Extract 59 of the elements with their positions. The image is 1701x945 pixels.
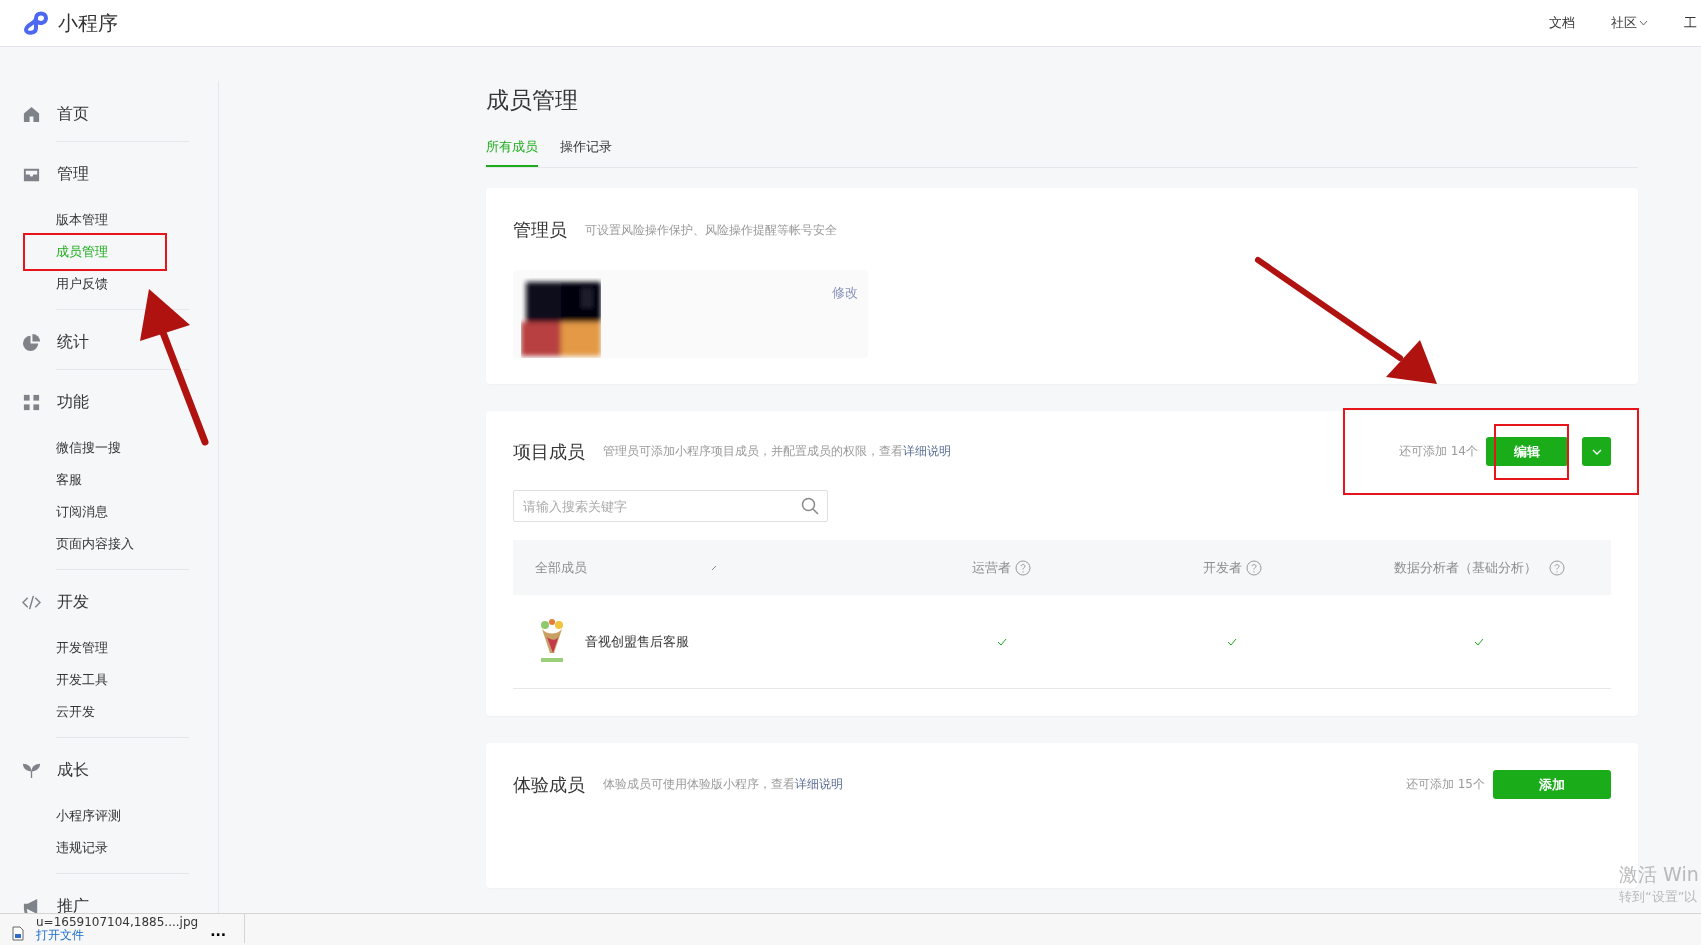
sidebar-heading[interactable]: 开发 [57,592,89,613]
page-title: 成员管理 [486,86,579,115]
help-icon[interactable] [1015,559,1032,576]
sidebar-item[interactable]: 用户反馈 [56,275,189,293]
column-header: 开发者 [1202,558,1242,577]
sidebar-item[interactable]: 订阅消息 [56,503,189,521]
sidebar-heading[interactable]: 功能 [57,392,89,413]
sort-icon[interactable] [711,564,717,571]
open-file-link[interactable]: 打开文件 [36,929,199,942]
file-icon [12,926,24,941]
sidebar-item[interactable]: 开发工具 [56,671,189,689]
sidebar-item[interactable]: 小程序评测 [56,807,189,825]
sidebar-item[interactable]: 版本管理 [56,211,189,229]
sidebar-item[interactable]: 开发管理 [56,639,189,657]
code-icon [22,593,41,612]
help-icon[interactable] [1245,559,1262,576]
help-icon[interactable] [1548,559,1565,576]
sprout-icon [22,761,41,780]
details-link[interactable]: 详细说明 [795,777,843,791]
caret-icon [1591,448,1602,455]
brand-name[interactable]: 小程序 [58,9,118,37]
activation-title: 激活 Win [1619,862,1699,887]
column-header: 数据分析者（基础分析） [1393,558,1537,577]
sidebar-item[interactable]: 云开发 [56,703,189,721]
sidebar-item[interactable]: 页面内容接入 [56,535,189,553]
nav-link[interactable]: 社区 [1611,14,1648,32]
more-button[interactable]: ... [210,918,227,943]
nav-link[interactable]: 工 [1684,14,1697,32]
grid-icon [22,393,41,412]
member-name: 音视创盟售后客服 [585,632,689,651]
details-link[interactable]: 详细说明 [903,444,951,458]
sidebar-item[interactable]: 违规记录 [56,839,189,857]
file-name: u=1659107104,1885....jpg [36,916,199,929]
search-field[interactable]: 请输入搜索关键字 [513,490,828,522]
section-hint: 可设置风险操作保护、风险操作提醒等帐号安全 [585,221,837,239]
section-hint: 管理员可添加小程序项目成员，并配置成员的权限，查看详细说明 [603,443,951,460]
remaining-count: 还可添加 14个 [1398,443,1478,460]
remaining-count: 还可添加 15个 [1405,776,1485,793]
sidebar-item[interactable]: 微信搜一搜 [56,439,189,457]
section-hint: 体验成员可使用体验版小程序，查看详细说明 [603,776,843,793]
sidebar-heading[interactable]: 推广 [57,896,89,917]
sidebar-heading[interactable]: 首页 [57,104,89,125]
sidebar-heading[interactable]: 统计 [57,332,89,353]
logo-icon [22,10,50,36]
sidebar-heading[interactable]: 成长 [57,760,89,781]
activation-hint: 转到“设置”以 [1619,888,1699,906]
tab[interactable]: 操作记录 [560,138,612,167]
home-icon [22,105,41,124]
sidebar-heading[interactable]: 管理 [57,164,89,185]
section-title: 体验成员 [513,772,585,797]
search-icon [801,497,819,515]
section-title: 管理员 [513,218,567,242]
column-header: 运营者 [972,558,1012,577]
dropdown-button[interactable] [1582,437,1611,466]
pie-chart-icon [22,333,41,352]
section-title: 项目成员 [513,439,585,464]
sidebar-item[interactable]: 客服 [56,471,189,489]
column-header: 全部成员 [535,558,587,577]
nav-link[interactable]: 文档 [1549,14,1575,32]
